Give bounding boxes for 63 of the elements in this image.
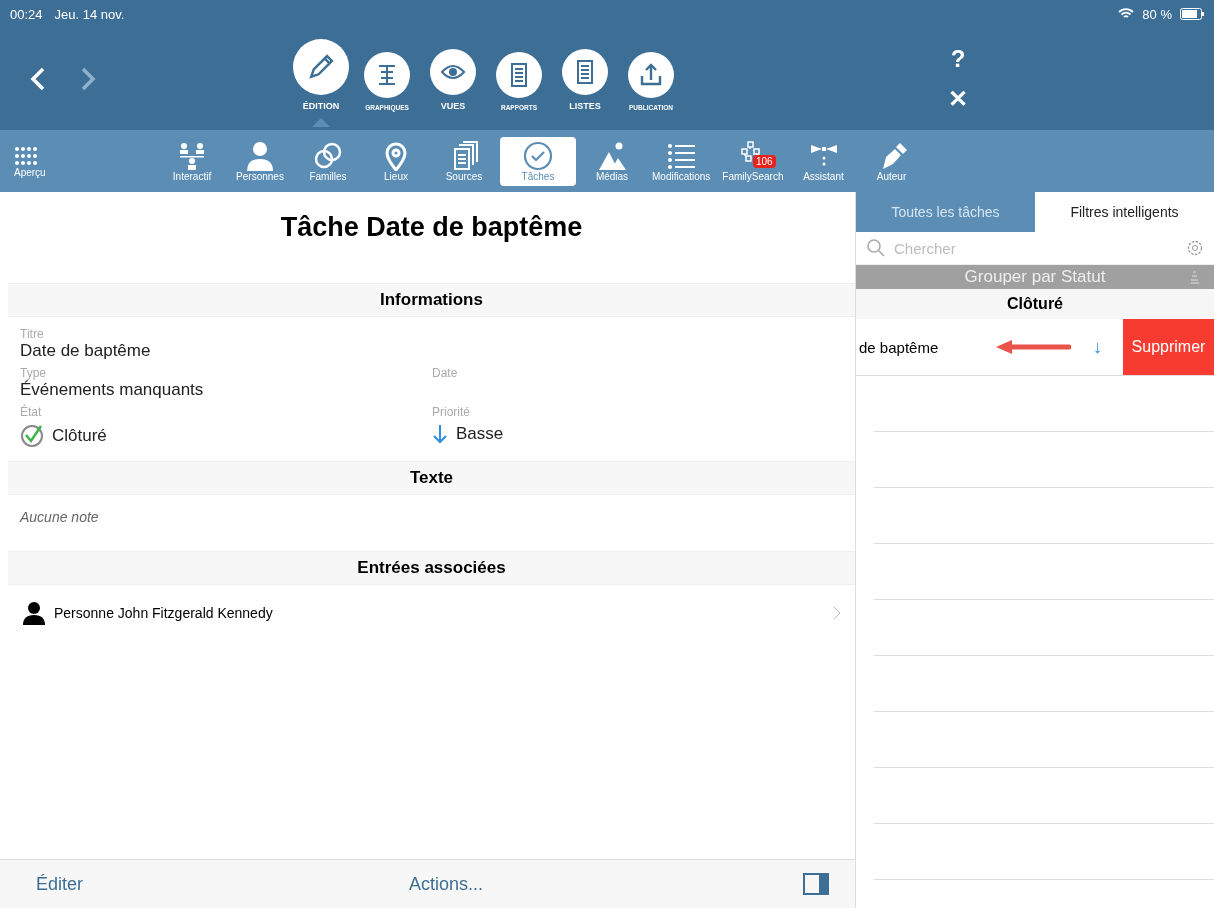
field-label: Priorité [432,405,471,419]
count-badge: 106 [752,154,776,168]
group-by-bar[interactable]: Grouper par Statut [856,265,1214,289]
toolbar-tab[interactable]: Modifications [648,136,715,186]
field-value: Basse [456,424,504,444]
field-value: Clôturé [52,426,107,446]
section-header: Texte [8,461,855,495]
group-header: Clôturé [856,289,1214,319]
person-icon [22,601,46,625]
status-date: Jeu. 14 nov. [54,6,125,22]
task-title[interactable]: de baptême [859,338,995,356]
toolbar-tab[interactable]: Médias [580,136,644,186]
field-value: Date de baptême [20,341,152,361]
toolbar-tab[interactable]: Auteur [859,136,924,186]
field-label: Date [432,366,459,380]
section-header: Entrées associées [8,551,855,585]
sidebar-toggle-icon[interactable] [803,873,829,895]
delete-button[interactable]: Supprimer [1123,319,1214,375]
segment-tab[interactable]: Toutes les tâches [856,192,1035,232]
settings-icon[interactable] [1186,239,1204,257]
toolbar-tab[interactable]: Familles [296,136,360,186]
toolbar-tab[interactable]: Interactif [160,136,224,186]
toolbar-tab[interactable]: Assistant [791,136,856,186]
mode-icon [496,52,542,98]
priority-arrow: ↓ [1093,336,1103,358]
status-time: 00:24 [10,6,43,22]
wifi-icon [1118,8,1135,20]
mode-tab[interactable]: LISTES [555,49,615,111]
down-arrow-icon [432,424,448,444]
mode-icon [562,49,608,95]
grid-icon [14,144,38,167]
mode-tab[interactable]: ÉDITION [291,39,351,111]
battery-icon [1180,8,1204,20]
mode-tab[interactable]: VUES [423,49,483,111]
associated-entry[interactable]: Personne John Fitzgerald Kennedy [8,585,855,641]
toolbar-tab[interactable]: FamilySearch 106 [718,136,788,186]
edit-button[interactable]: Éditer [30,872,90,896]
toolbar-tab[interactable]: Lieux [364,136,428,186]
note-text: Aucune note [18,508,100,527]
mode-icon [430,49,476,95]
field-label: État [20,405,43,419]
help-button[interactable]: ? [938,44,978,74]
search-field[interactable]: Chercher [892,238,1180,258]
mode-icon [628,52,674,98]
field-label: Titre [20,327,45,341]
search-icon [866,238,886,258]
close-button[interactable]: ✕ [938,84,978,114]
battery-percentage: 80 % [1142,6,1172,22]
sort-icon [1190,270,1200,284]
field-label: Type [20,366,46,380]
overview-button[interactable]: Aperçu [10,140,50,182]
mode-icon [364,52,410,98]
actions-button[interactable]: Actions... [403,872,490,896]
toolbar-icon [521,140,555,171]
toolbar-tab[interactable]: Tâches [500,136,576,186]
toolbar-tab[interactable]: Sources [432,136,496,186]
chevron-icon [833,606,841,620]
mode-icon [293,39,349,95]
back-icon[interactable] [30,67,46,91]
field-value: Événements manquants [20,380,205,400]
toolbar-tab[interactable]: Personnes [228,136,292,186]
section-header: Informations [8,283,855,317]
page-title: Tâche Date de baptême [279,211,584,244]
